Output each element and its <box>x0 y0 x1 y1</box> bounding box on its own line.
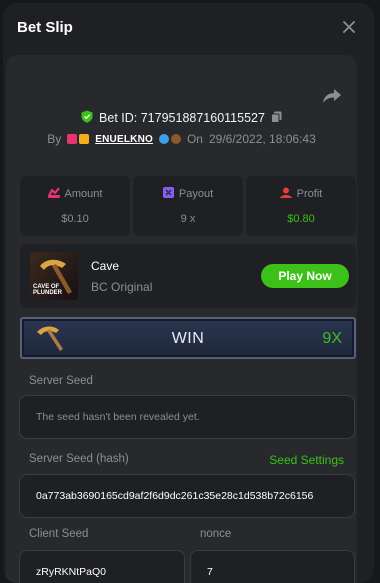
stat-label: Payout <box>178 188 214 200</box>
profit-icon <box>279 187 292 201</box>
stat-payout: Payout 9 x <box>133 176 243 236</box>
modal-header: Bet Slip <box>3 3 374 51</box>
stat-label: Profit <box>296 188 323 200</box>
bet-id: Bet ID: 717951887160115527 <box>99 111 265 125</box>
play-now-button[interactable]: Play Now <box>261 264 349 288</box>
bet-stats: Amount $0.10 Payout 9 x Profit $0.80 <box>20 176 356 236</box>
game-provider: BC Original <box>91 280 153 294</box>
copy-icon[interactable] <box>270 111 282 126</box>
client-seed-label: Client Seed <box>29 528 89 540</box>
on-label: On <box>186 132 203 146</box>
client-seed-field[interactable]: zRyRKNtPaQ0 <box>19 550 185 583</box>
stat-value: $0.10 <box>61 213 89 225</box>
result-multiplier: 9X <box>322 330 342 347</box>
modal-title: Bet Slip <box>17 18 73 36</box>
stat-label: Amount <box>64 188 103 200</box>
game-thumbnail[interactable]: CAVE OF PLUNDER <box>30 252 78 300</box>
user-badges <box>67 134 90 144</box>
seed-settings-link[interactable]: Seed Settings <box>269 453 344 467</box>
stat-value: $0.80 <box>287 213 315 225</box>
payout-icon <box>162 187 174 201</box>
bet-timestamp: 29/6/2022, 18:06:43 <box>208 132 316 146</box>
badge-icon <box>79 134 90 144</box>
server-seed-label: Server Seed <box>29 375 93 387</box>
share-icon[interactable] <box>321 85 343 107</box>
badge-icon <box>67 134 78 144</box>
amount-icon <box>47 187 60 201</box>
server-seed-hash-label: Server Seed (hash) <box>29 453 129 465</box>
close-icon[interactable] <box>338 16 360 38</box>
server-seed-hash-field[interactable]: 0a773ab3690165cd9af2f6d9dc261c35e28c1d53… <box>19 474 355 518</box>
game-card: CAVE OF PLUNDER Cave BC Original Play No… <box>20 244 356 308</box>
result-label: WIN <box>171 330 205 347</box>
stat-value: 9 x <box>180 213 196 225</box>
thumb-caption: CAVE OF PLUNDER <box>33 284 63 296</box>
server-seed-field[interactable]: The seed hasn't been revealed yet. <box>19 395 355 439</box>
bet-byline: By ENUELKNO On 29/6/2022, 18:06:43 <box>6 132 357 146</box>
nonce-field[interactable]: 7 <box>190 550 355 583</box>
football-icon <box>170 134 181 144</box>
nonce-label: nonce <box>200 528 232 540</box>
game-name: Cave <box>91 259 120 273</box>
user-flair-icons <box>158 134 181 144</box>
stat-amount: Amount $0.10 <box>20 176 130 236</box>
shield-check-icon <box>81 110 93 126</box>
by-label: By <box>47 132 62 146</box>
username-link[interactable]: ENUELKNO <box>95 134 153 145</box>
stat-profit: Profit $0.80 <box>246 176 356 236</box>
bet-slip-modal: Bet Slip Bet ID: 717951887160115527 By E… <box>3 3 374 583</box>
win-result-banner: WIN 9X <box>20 317 356 359</box>
flair-icon <box>158 134 169 144</box>
bet-id-row: Bet ID: 717951887160115527 <box>6 110 357 126</box>
